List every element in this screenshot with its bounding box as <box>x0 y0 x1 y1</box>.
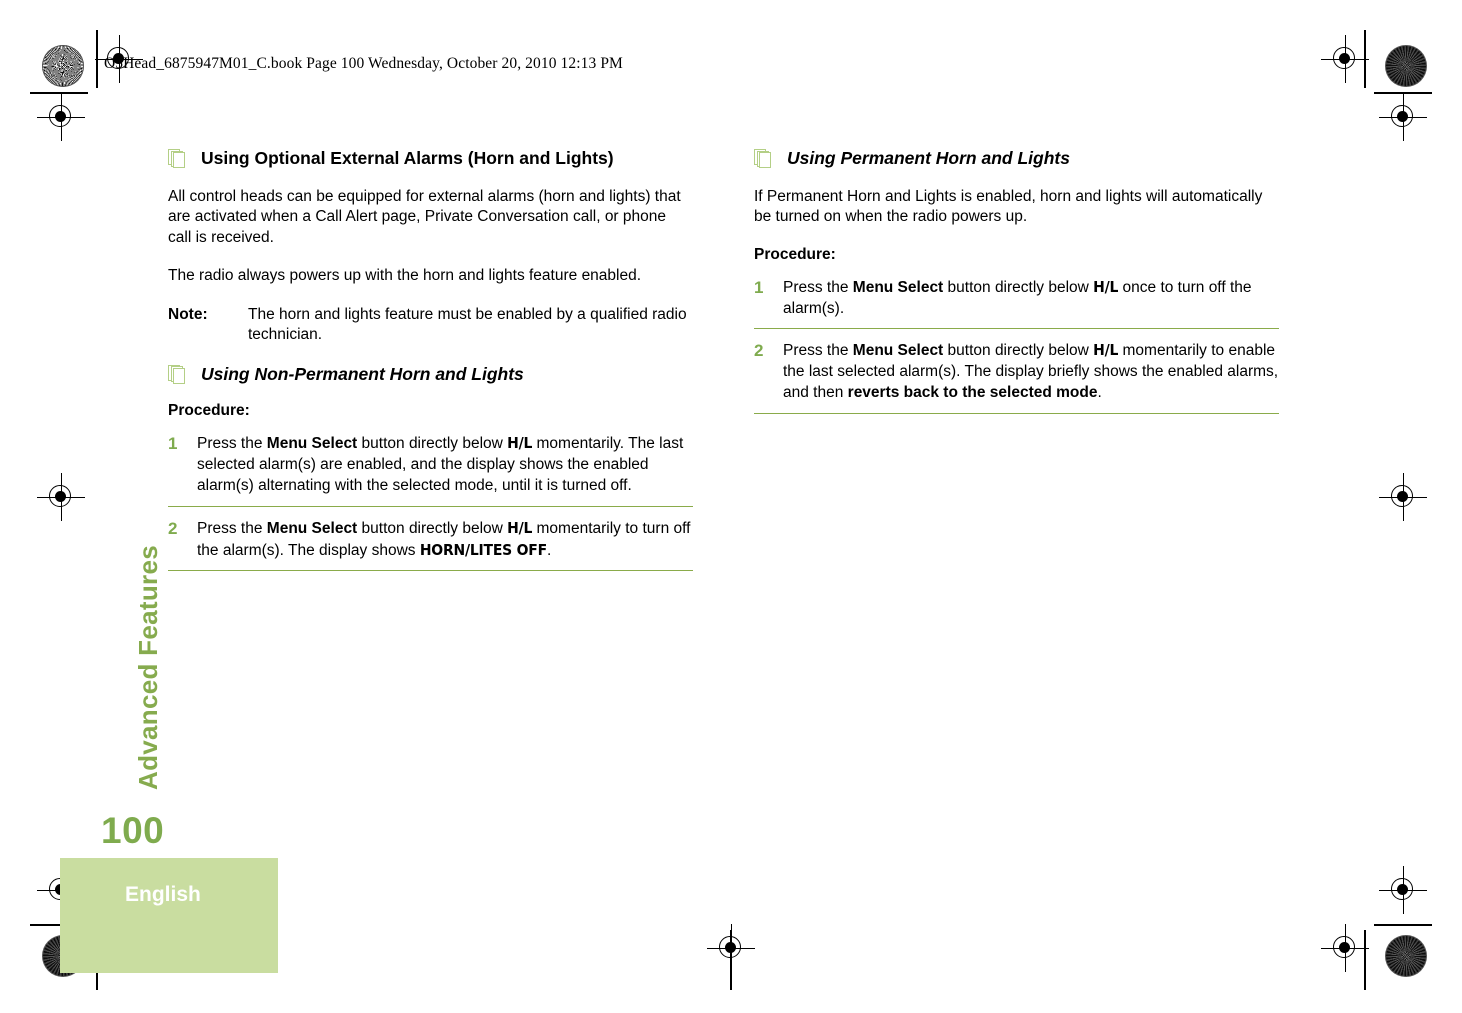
pages-icon <box>754 149 776 171</box>
procedure-step: 1 Press the Menu Select button directly b… <box>168 433 693 507</box>
side-tab: Advanced Features <box>97 470 163 790</box>
radio-display-text: H/L <box>507 434 533 453</box>
section-heading-external-alarms: Using Optional External Alarms (Horn and… <box>168 148 693 170</box>
step-text-part: button directly below <box>943 342 1094 360</box>
section-heading-label: Using Optional External Alarms (Horn and… <box>201 148 614 168</box>
note-text: The horn and lights feature must be enab… <box>248 305 687 344</box>
step-number: 1 <box>168 434 178 454</box>
step-bold-term: Menu Select <box>852 342 944 360</box>
subsection-heading-non-permanent: Using Non-Permanent Horn and Lights <box>168 364 693 386</box>
language-label: English <box>125 883 201 906</box>
step-text-part: Press the <box>197 519 267 537</box>
registration-mark-top-right <box>1321 35 1369 83</box>
starburst-mark-top-left <box>42 45 84 87</box>
step-bold-term: Menu Select <box>852 278 944 296</box>
radio-display-text: H/L <box>1093 277 1119 296</box>
step-text-part: button directly below <box>943 278 1094 296</box>
step-text-part: Press the <box>783 278 853 296</box>
step-bold-term: reverts back to the selected mode <box>847 383 1098 401</box>
crop-line-top-left-vertical <box>96 30 98 88</box>
step-text-part: Press the <box>197 435 267 453</box>
file-header-text: O5Head_6875947M01_C.book Page 100 Wednes… <box>104 55 623 72</box>
starburst-mark-top-right <box>1385 45 1427 87</box>
step-bold-term: Menu Select <box>266 519 358 537</box>
subsection-heading-permanent: Using Permanent Horn and Lights <box>754 148 1279 170</box>
paragraph: If Permanent Horn and Lights is enabled,… <box>754 187 1263 226</box>
radio-display-text: HORN/LITES OFF <box>419 540 547 559</box>
paragraph: All control heads can be equipped for ex… <box>168 187 681 246</box>
step-number: 2 <box>168 518 178 538</box>
step-text-part: . <box>1097 383 1102 401</box>
pages-icon <box>168 149 190 171</box>
registration-mark-mid-right <box>1379 473 1427 521</box>
language-band <box>60 858 278 973</box>
crop-line-top-left-horizontal <box>30 92 88 94</box>
radio-display-text: H/L <box>507 518 533 537</box>
subsection-heading-label: Using Non-Permanent Horn and Lights <box>201 363 524 384</box>
crop-line-top-right-vertical <box>1364 30 1366 88</box>
crop-line-bottom-right-vertical <box>1364 930 1366 990</box>
procedure-label: Procedure: <box>754 245 836 263</box>
step-text-part: . <box>546 541 552 559</box>
step-number: 2 <box>754 341 764 361</box>
procedure-step: 2 Press the Menu Select button directly b… <box>168 518 693 572</box>
subsection-heading-label: Using Permanent Horn and Lights <box>787 148 1070 168</box>
note-label: Note: <box>168 305 208 323</box>
procedure-step: 1 Press the Menu Select button directly b… <box>754 277 1279 330</box>
registration-mark-upper-left-side <box>37 93 85 141</box>
registration-mark-upper-right-side <box>1379 93 1427 141</box>
registration-mark-bottom-right <box>1321 924 1369 972</box>
step-number: 1 <box>754 277 764 297</box>
page-number: 100 <box>101 810 165 851</box>
note-block: Note: The horn and lights feature must b… <box>168 305 693 346</box>
procedure-label: Procedure: <box>168 402 250 420</box>
side-tab-label: Advanced Features <box>133 545 163 790</box>
paragraph: The radio always powers up with the horn… <box>168 267 642 285</box>
left-content-column: Using Optional External Alarms (Horn and… <box>168 148 693 582</box>
registration-mark-mid-left <box>37 473 85 521</box>
right-content-column: Using Permanent Horn and Lights If Perma… <box>754 148 1279 425</box>
step-text-part: button directly below <box>357 519 508 537</box>
crop-line-bottom-right-horizontal <box>1374 924 1432 926</box>
procedure-step: 2 Press the Menu Select button directly b… <box>754 340 1279 414</box>
crop-line-top-right-horizontal <box>1374 92 1432 94</box>
step-text-part: Press the <box>783 342 853 360</box>
step-bold-term: Menu Select <box>266 435 358 453</box>
step-text-part: button directly below <box>357 435 508 453</box>
crop-line-bottom-center-vertical <box>730 930 732 990</box>
starburst-mark-bottom-right <box>1385 935 1427 977</box>
registration-mark-lower-right-side <box>1379 866 1427 914</box>
radio-display-text: H/L <box>1093 341 1119 360</box>
pages-icon <box>168 364 190 387</box>
